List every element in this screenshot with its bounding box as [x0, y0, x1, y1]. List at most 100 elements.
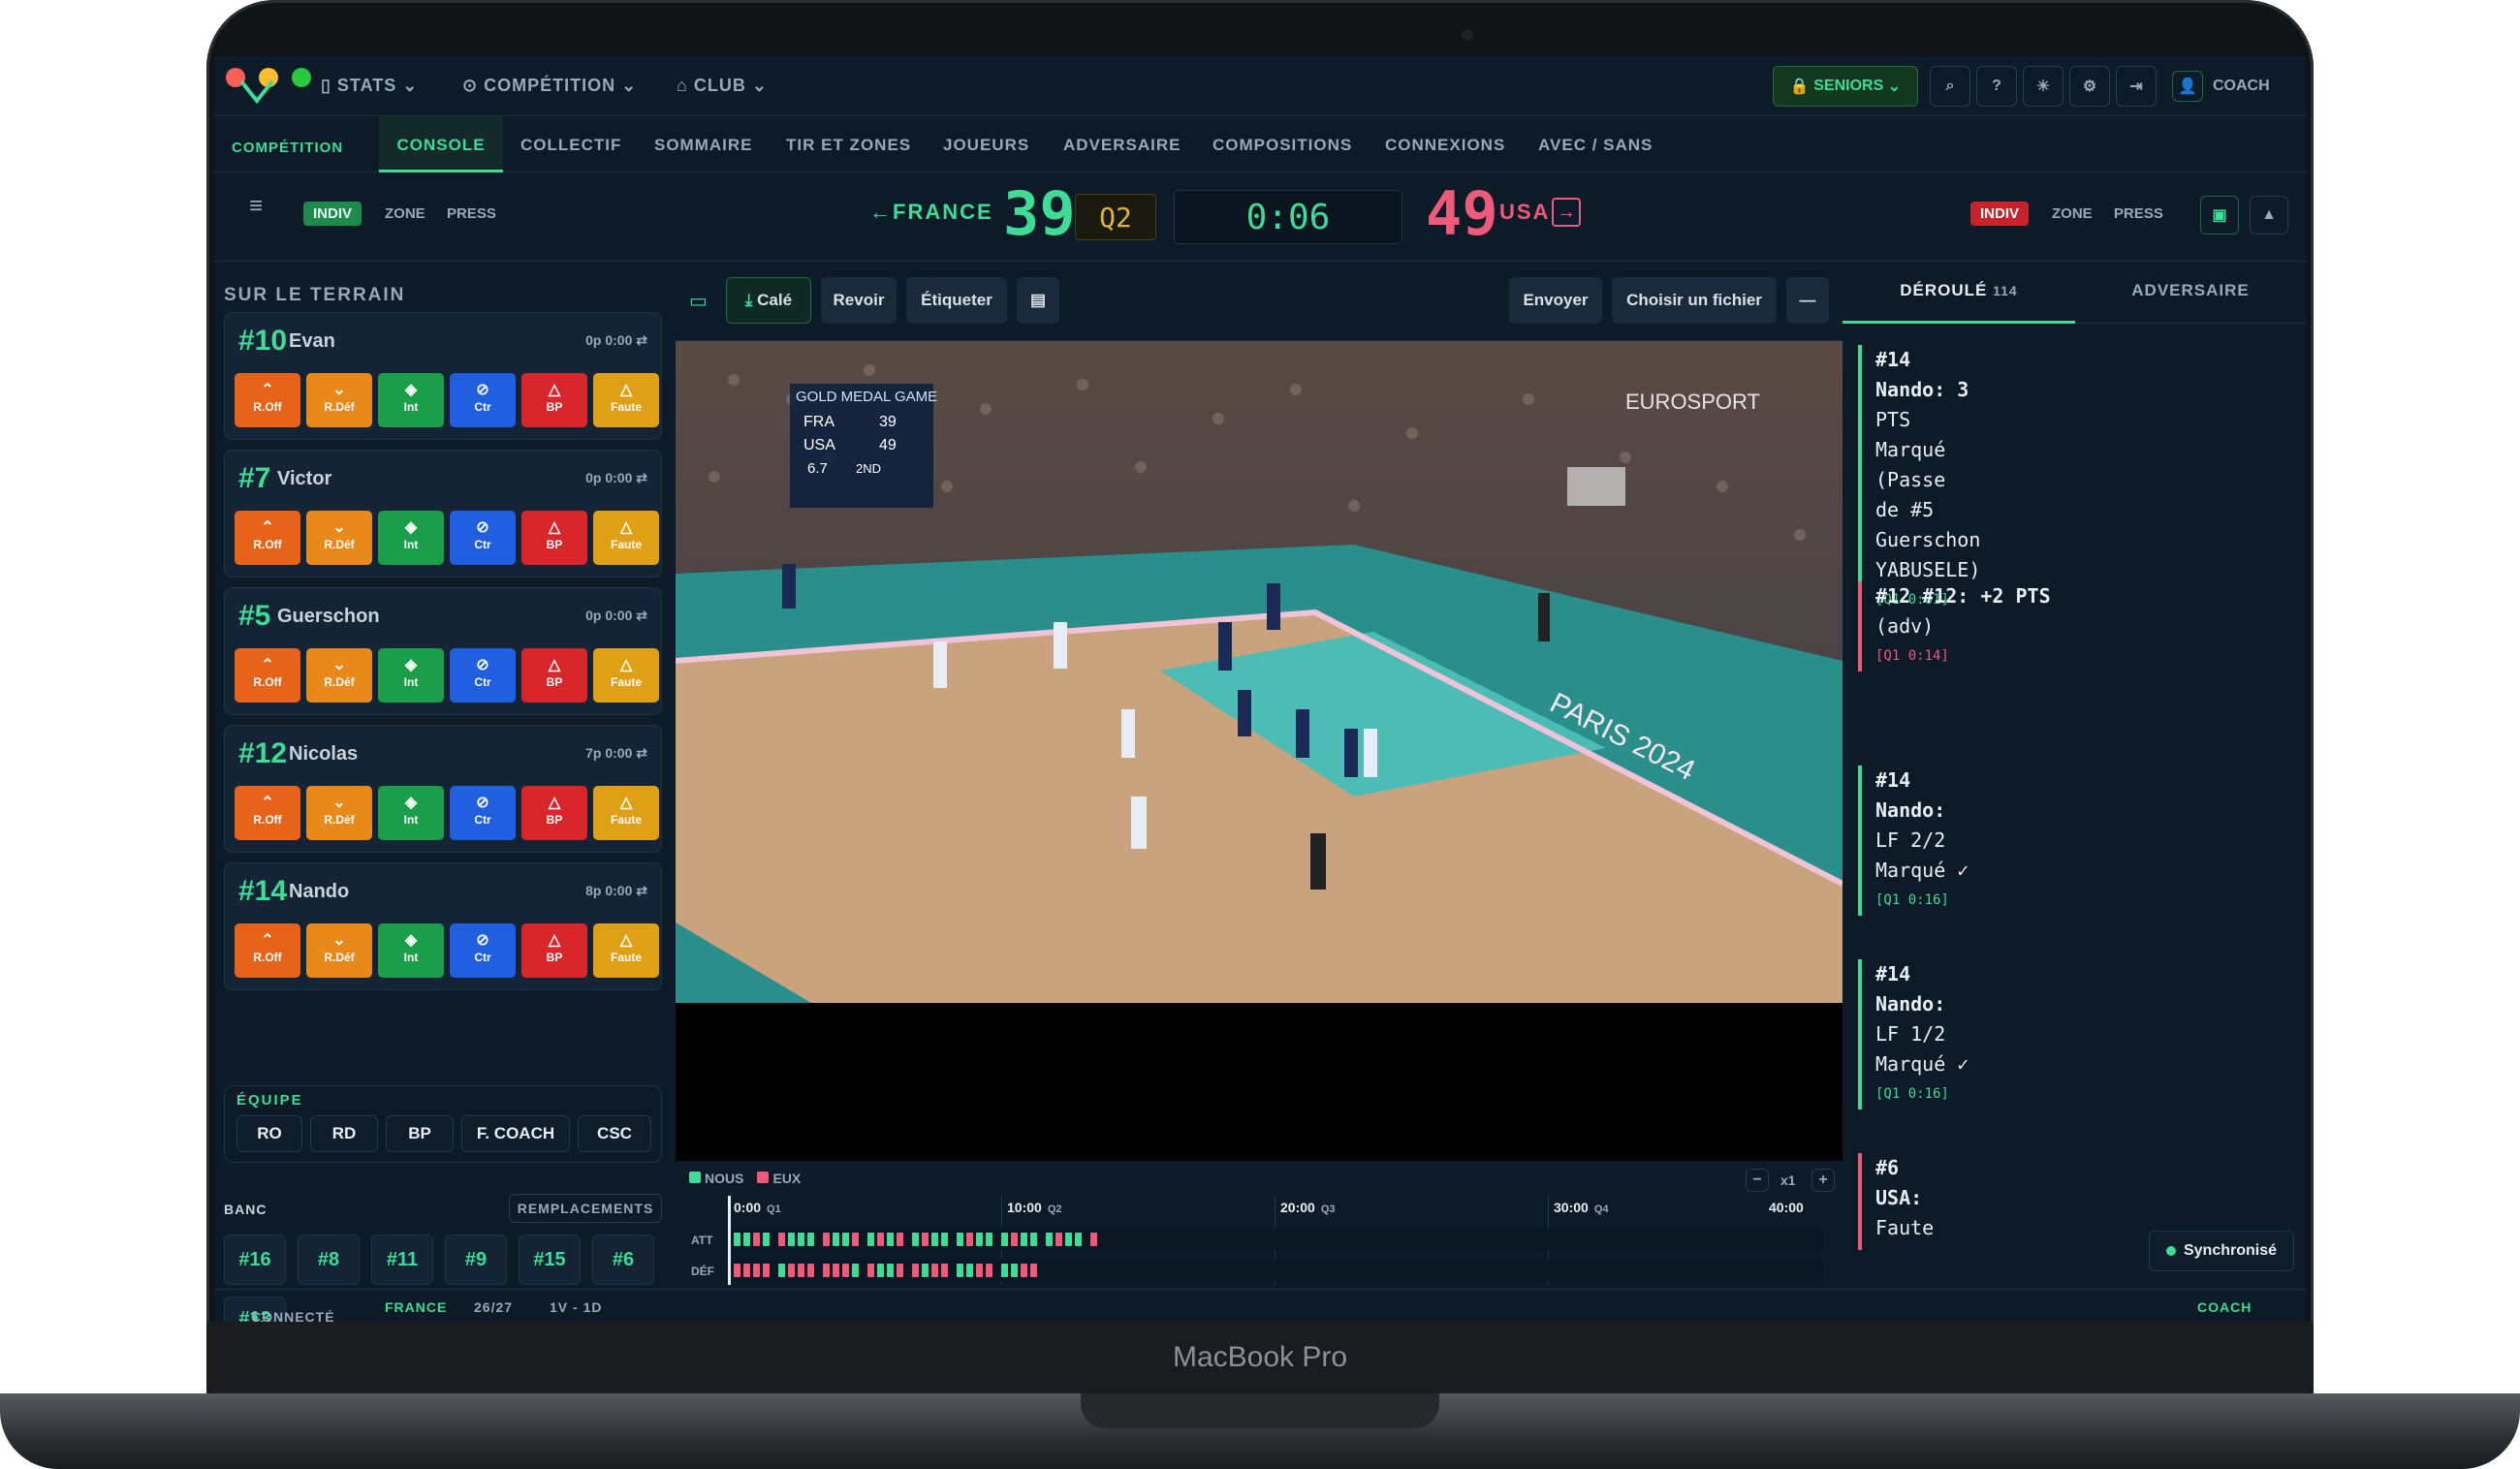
- timeline-event-mark[interactable]: [1011, 1264, 1018, 1277]
- bench-player-11[interactable]: #11: [371, 1235, 433, 1285]
- choose-file-button[interactable]: Choisir un fichier: [1612, 277, 1777, 324]
- event-item[interactable]: #14 Nando: LF 1/2 Marqué ✓ [Q1 0:16]: [1858, 959, 2290, 1110]
- timeline-event-mark[interactable]: [833, 1264, 839, 1277]
- timeline-event-mark[interactable]: [823, 1233, 830, 1246]
- timeline-event-mark[interactable]: [931, 1264, 938, 1277]
- right-indiv-button[interactable]: INDIV: [1970, 202, 2030, 226]
- tab-adversaire-events[interactable]: ADVERSAIRE: [2075, 262, 2306, 324]
- timeline-event-mark[interactable]: [897, 1264, 903, 1277]
- timeline-event-mark[interactable]: [1030, 1233, 1037, 1246]
- timeline-event-mark[interactable]: [976, 1264, 983, 1277]
- timeline-event-mark[interactable]: [922, 1264, 929, 1277]
- nav-competition[interactable]: ⊙ COMPÉTITION ⌄: [462, 76, 637, 96]
- timeline-event-mark[interactable]: [1046, 1233, 1053, 1246]
- tab-connexions[interactable]: CONNEXIONS: [1385, 136, 1505, 155]
- event-item[interactable]: #12 #12: +2 PTS (adv) [Q1 0:14]: [1858, 581, 2290, 672]
- timeline-event-mark[interactable]: [867, 1233, 874, 1246]
- timeline-event-mark[interactable]: [788, 1233, 795, 1246]
- bench-player-9[interactable]: #9: [445, 1235, 507, 1285]
- player-card[interactable]: #14 Nando 8p 0:00 ⇄ ⌃ R.Off ⌄ R.Déf ◈ Int ⊘ Ctr △ BP…: [224, 862, 662, 990]
- etiqueter-button[interactable]: Étiqueter: [906, 277, 1007, 324]
- action-rdéf-button[interactable]: ⌄ R.Déf: [306, 648, 372, 703]
- timeline-event-mark[interactable]: [887, 1264, 894, 1277]
- action-ctr-button[interactable]: ⊘ Ctr: [450, 373, 516, 427]
- tab-deroule[interactable]: DÉROULÉ 114: [1843, 262, 2075, 324]
- timeline-event-mark[interactable]: [887, 1233, 894, 1246]
- timeline-event-mark[interactable]: [763, 1233, 770, 1246]
- nav-club[interactable]: ⌂ CLUB ⌄: [677, 76, 768, 96]
- swap-icon[interactable]: ⇄: [632, 883, 647, 898]
- timeline-event-mark[interactable]: [734, 1264, 740, 1277]
- timeline-event-mark[interactable]: [807, 1233, 814, 1246]
- action-bp-button[interactable]: △ BP: [521, 786, 587, 840]
- timeline-event-mark[interactable]: [1090, 1233, 1097, 1246]
- event-item[interactable]: #14 Nando: LF 2/2 Marqué ✓ [Q1 0:16]: [1858, 766, 2290, 916]
- action-roff-button[interactable]: ⌃ R.Off: [235, 511, 300, 565]
- timeline-event-mark[interactable]: [1021, 1264, 1027, 1277]
- timeline-event-mark[interactable]: [922, 1233, 929, 1246]
- timeline-event-mark[interactable]: [734, 1233, 740, 1246]
- timeline-event-mark[interactable]: [912, 1233, 919, 1246]
- action-int-button[interactable]: ◈ Int: [378, 648, 444, 703]
- player-card[interactable]: #10 Evan 0p 0:00 ⇄ ⌃ R.Off ⌄ R.Déf ◈ Int ⊘ Ctr △ BP △…: [224, 312, 662, 440]
- home-team[interactable]: ←FRANCE: [869, 200, 993, 225]
- timeline-event-mark[interactable]: [743, 1233, 750, 1246]
- tab-adversaire[interactable]: ADVERSAIRE: [1063, 136, 1181, 155]
- tab-collectif[interactable]: COLLECTIF: [520, 136, 621, 155]
- timeline-event-mark[interactable]: [788, 1264, 795, 1277]
- seniors-dropdown[interactable]: 🔒 SENIORS ⌄: [1773, 66, 1918, 107]
- swap-icon[interactable]: ⇄: [632, 745, 647, 761]
- action-faute-button[interactable]: △ Faute: [593, 511, 659, 565]
- timeline-event-mark[interactable]: [957, 1233, 963, 1246]
- timeline-event-mark[interactable]: [986, 1264, 992, 1277]
- timeline-event-mark[interactable]: [941, 1264, 948, 1277]
- zoom-out-button[interactable]: −: [1746, 1169, 1769, 1192]
- video-camera-icon[interactable]: ▭: [689, 289, 708, 313]
- action-bp-button[interactable]: △ BP: [521, 373, 587, 427]
- tab-console[interactable]: CONSOLE: [379, 116, 503, 172]
- timeline-playhead[interactable]: [728, 1196, 731, 1285]
- timeline-event-mark[interactable]: [823, 1264, 830, 1277]
- maximize-window-button[interactable]: [292, 68, 311, 87]
- bench-player-6[interactable]: #6: [592, 1235, 654, 1285]
- subtitles-button[interactable]: ▤: [1017, 277, 1059, 324]
- settings-button[interactable]: ⚙: [2069, 66, 2110, 107]
- menu-icon[interactable]: ≡: [249, 195, 272, 218]
- action-bp-button[interactable]: △ BP: [521, 511, 587, 565]
- player-card[interactable]: #7 Victor 0p 0:00 ⇄ ⌃ R.Off ⌄ R.Déf ◈ Int ⊘ Ctr △ BP…: [224, 450, 662, 578]
- send-button[interactable]: Envoyer: [1509, 277, 1602, 324]
- timeline-event-mark[interactable]: [798, 1233, 804, 1246]
- action-faute-button[interactable]: △ Faute: [593, 648, 659, 703]
- team-csc-button[interactable]: CSC: [578, 1115, 651, 1152]
- team-bp-button[interactable]: BP: [386, 1115, 454, 1152]
- timeline-event-mark[interactable]: [966, 1264, 973, 1277]
- game-clock[interactable]: 0:06: [1174, 190, 1402, 244]
- right-zone-button[interactable]: ZONE: [2042, 202, 2102, 226]
- timeline-event-mark[interactable]: [753, 1264, 760, 1277]
- timeline-event-mark[interactable]: [778, 1264, 785, 1277]
- action-rdéf-button[interactable]: ⌄ R.Déf: [306, 511, 372, 565]
- zoom-in-button[interactable]: +: [1811, 1169, 1835, 1192]
- tab-joueurs[interactable]: JOUEURS: [943, 136, 1029, 155]
- timeline-event-mark[interactable]: [753, 1233, 760, 1246]
- action-int-button[interactable]: ◈ Int: [378, 786, 444, 840]
- nav-stats[interactable]: ▯ STATS ⌄: [321, 76, 418, 96]
- logout-button[interactable]: ⇥: [2116, 66, 2157, 107]
- right-press-button[interactable]: PRESS: [2104, 202, 2173, 226]
- timeline-event-mark[interactable]: [842, 1264, 849, 1277]
- timeline-event-mark[interactable]: [1030, 1264, 1037, 1277]
- timeline-event-mark[interactable]: [1001, 1233, 1008, 1246]
- bench-player-16[interactable]: #16: [224, 1235, 286, 1285]
- minus-button[interactable]: —: [1786, 277, 1829, 324]
- timeline-event-mark[interactable]: [867, 1264, 874, 1277]
- timeline-event-mark[interactable]: [1065, 1233, 1072, 1246]
- action-ctr-button[interactable]: ⊘ Ctr: [450, 923, 516, 978]
- timeline-event-mark[interactable]: [1011, 1233, 1018, 1246]
- timeline-event-mark[interactable]: [931, 1233, 938, 1246]
- timeline-event-mark[interactable]: [852, 1264, 859, 1277]
- cale-button[interactable]: ⤓ Calé: [726, 277, 811, 324]
- timeline-event-mark[interactable]: [877, 1233, 884, 1246]
- timeline-event-mark[interactable]: [976, 1233, 983, 1246]
- player-card[interactable]: #5 Guerschon 0p 0:00 ⇄ ⌃ R.Off ⌄ R.Déf ◈ Int ⊘ Ctr…: [224, 587, 662, 715]
- search-button[interactable]: ⌕: [1930, 66, 1970, 107]
